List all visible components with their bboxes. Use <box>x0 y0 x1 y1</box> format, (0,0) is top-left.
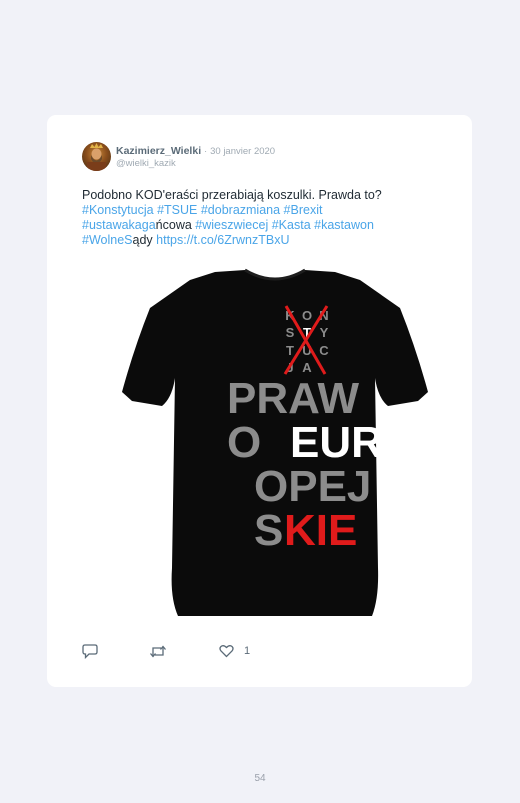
small-letter: S <box>286 325 295 340</box>
like-icon <box>219 645 234 658</box>
print-line-2-a: O <box>227 418 261 467</box>
hashtag-ustawakaga[interactable]: #ustawakaga <box>82 218 156 232</box>
hashtag-brexit[interactable]: #Brexit <box>284 203 323 217</box>
print-line-1: PRAW <box>227 374 359 423</box>
hashtag-tsue[interactable]: #TSUE <box>157 203 197 217</box>
tweet-actions: 1 <box>82 644 382 662</box>
hashtag-kastawon[interactable]: #kastawon <box>314 218 374 232</box>
hashtag-wolnesady[interactable]: #WolneS <box>82 233 133 247</box>
tweet-intro: Podobno KOD'eraści przerabiają koszulki.… <box>82 188 382 202</box>
hashtag-konstytucja[interactable]: #Konstytucja <box>82 203 154 217</box>
small-letter: Y <box>320 325 329 340</box>
text-fragment-ady: ądy <box>132 233 153 247</box>
small-letter: T <box>286 343 294 358</box>
tweet-author[interactable]: Kazimierz_Wielki · 30 janvier 2020 <box>116 145 275 157</box>
tshirt-image[interactable]: KONSTYTUCJA PRAW O EUR OPEJ S KIE <box>120 268 430 620</box>
retweet-button[interactable] <box>149 644 167 659</box>
print-line-4-b: KIE <box>284 506 357 555</box>
print-line-4-a: S <box>254 506 283 555</box>
text-fragment-ncowa: ńcowa <box>155 218 192 232</box>
retweet-icon <box>150 645 166 658</box>
like-count: 1 <box>244 645 251 657</box>
small-letter: O <box>302 308 312 323</box>
avatar[interactable] <box>82 142 111 171</box>
tweet-date[interactable]: 30 janvier 2020 <box>210 146 275 157</box>
meta-separator: · <box>204 146 208 156</box>
like-button[interactable]: 1 <box>219 644 250 658</box>
tweet-card: Kazimierz_Wielki · 30 janvier 2020 @wielki… <box>47 115 472 687</box>
small-letter: C <box>319 343 329 358</box>
user-handle[interactable]: @wielki_kazik <box>116 158 176 169</box>
hashtag-kasta[interactable]: #Kasta <box>272 218 311 232</box>
reply-icon <box>82 644 98 659</box>
hashtag-wieszwiecej[interactable]: #wieszwiecej <box>195 218 268 232</box>
display-name[interactable]: Kazimierz_Wielki <box>116 145 201 157</box>
tweet-text: Podobno KOD'eraści przerabiają koszulki.… <box>82 188 437 248</box>
print-line-2-b: EUR <box>290 418 383 467</box>
reply-button[interactable] <box>82 644 98 659</box>
small-letter: A <box>302 360 312 375</box>
page-number: 54 <box>254 773 266 784</box>
hashtag-dobrazmiana[interactable]: #dobrazmiana <box>201 203 280 217</box>
tweet-link[interactable]: https://t.co/6ZrwnzTBxU <box>156 233 289 247</box>
print-line-3: OPEJ <box>254 462 371 511</box>
